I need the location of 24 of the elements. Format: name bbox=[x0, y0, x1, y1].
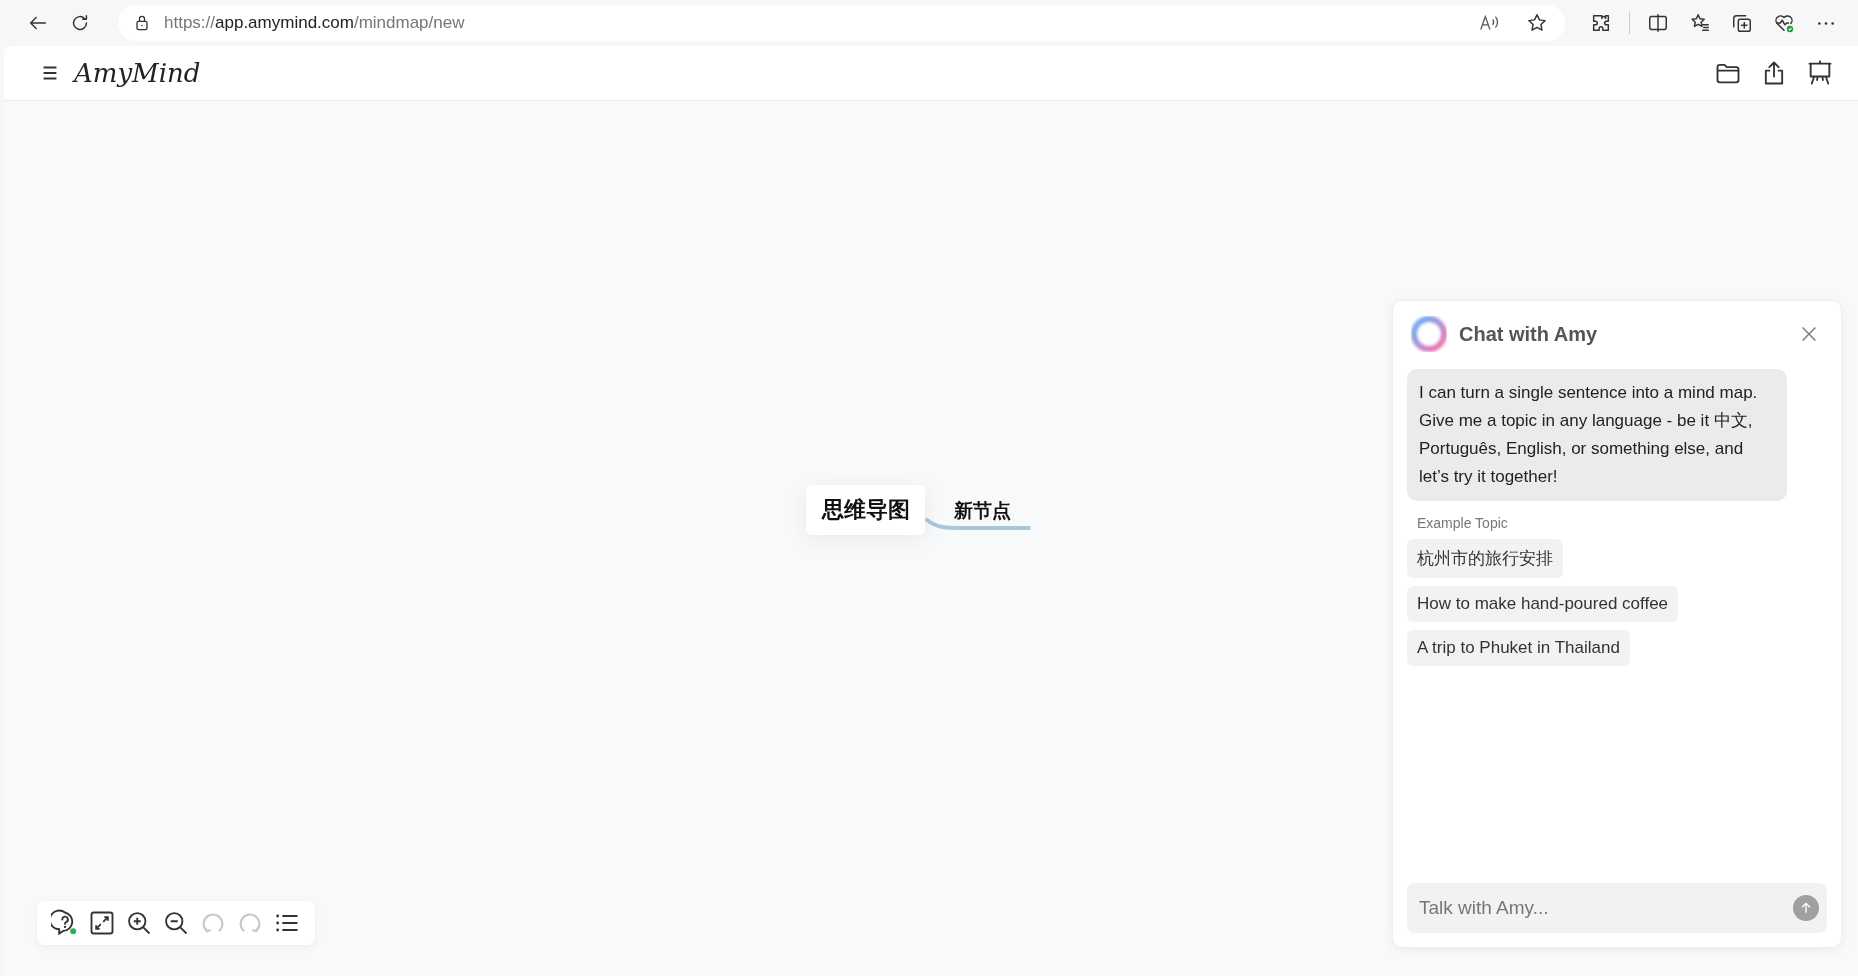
url-text: https://app.amymind.com/mindmap/new bbox=[164, 13, 466, 33]
zoom-in-icon bbox=[125, 909, 153, 937]
star-icon bbox=[1526, 12, 1548, 34]
collections-icon bbox=[1731, 12, 1753, 34]
example-topic-chip[interactable]: 杭州市的旅行安排 bbox=[1407, 539, 1563, 578]
chat-input-field[interactable]: Talk with Amy... bbox=[1407, 883, 1827, 933]
split-screen-icon bbox=[1647, 12, 1669, 34]
app-logo: AmyMind bbox=[74, 58, 202, 88]
puzzle-icon bbox=[1590, 12, 1612, 34]
example-topic-chip[interactable]: How to make hand-poured coffee bbox=[1407, 586, 1679, 622]
expand-icon bbox=[88, 909, 116, 937]
address-bar[interactable]: https://app.amymind.com/mindmap/new bbox=[118, 5, 1565, 41]
favorites-icon bbox=[1689, 12, 1711, 34]
zoom-out-icon bbox=[162, 909, 190, 937]
more-icon bbox=[1818, 21, 1834, 25]
child-node[interactable]: 新节点 bbox=[954, 498, 1011, 524]
root-node[interactable]: 思维导图 bbox=[806, 485, 925, 535]
help-icon bbox=[51, 909, 79, 937]
easel-icon bbox=[1806, 59, 1834, 87]
example-topic-label: Example Topic bbox=[1417, 515, 1509, 531]
example-topic-chip[interactable]: A trip to Phuket in Thailand bbox=[1407, 630, 1630, 666]
chat-title: Chat with Amy bbox=[1459, 322, 1599, 346]
heart-pulse-icon bbox=[1773, 12, 1795, 34]
chat-message: I can turn a single sentence into a mind map. Give me a topic in any language - be it 中文, Português, English, or something else, and let’s try it together! bbox=[1407, 369, 1787, 501]
